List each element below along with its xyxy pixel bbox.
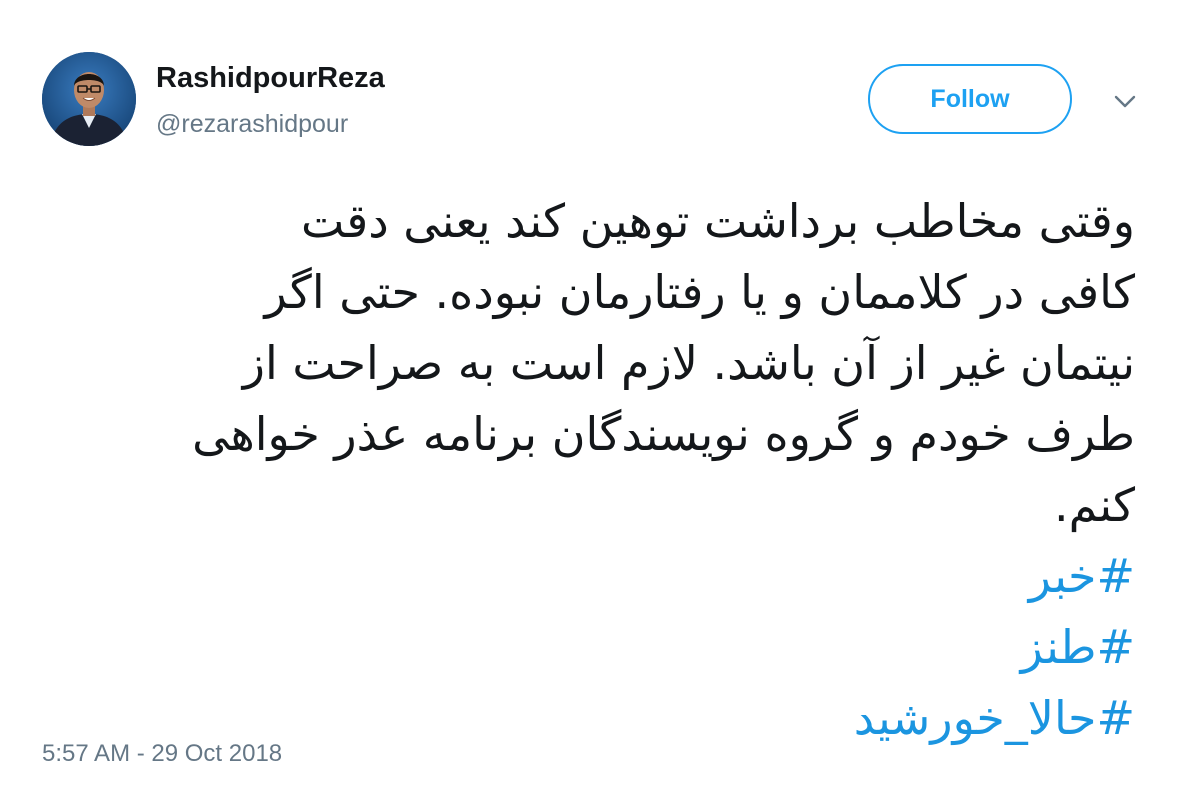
tweet-text-line: وقتی مخاطب برداشت توهین کند یعنی دقت (301, 194, 1135, 248)
chevron-down-icon (1114, 95, 1136, 108)
user-handle[interactable]: @rezarashidpour (156, 110, 348, 139)
tweet-text-line: کنم. (1053, 478, 1135, 532)
tweet-text-line: نیتمان غیر از آن باشد. لازم است به صراحت… (242, 336, 1135, 390)
tweet-text: وقتی مخاطب برداشت توهین کند یعنی دقت کاف… (45, 186, 1135, 754)
tweet-timestamp[interactable]: 5:57 AM - 29 Oct 2018 (42, 740, 282, 768)
display-name[interactable]: RashidpourReza (156, 62, 385, 95)
avatar[interactable] (42, 52, 136, 146)
tweet-text-line: طرف خودم و گروه نویسندگان برنامه عذر خوا… (192, 407, 1135, 461)
tweet-text-line: کافی در کلاممان و یا رفتارمان نبوده. حتی… (264, 265, 1135, 319)
hashtag-link[interactable]: #طنز (45, 612, 1135, 683)
tweet-card: RashidpourReza @rezarashidpour Follow وق… (0, 0, 1200, 799)
profile-photo-icon (42, 52, 136, 146)
more-options-button[interactable] (1108, 88, 1142, 116)
follow-button[interactable]: Follow (868, 64, 1072, 134)
hashtag-link[interactable]: #خبر (45, 541, 1135, 612)
